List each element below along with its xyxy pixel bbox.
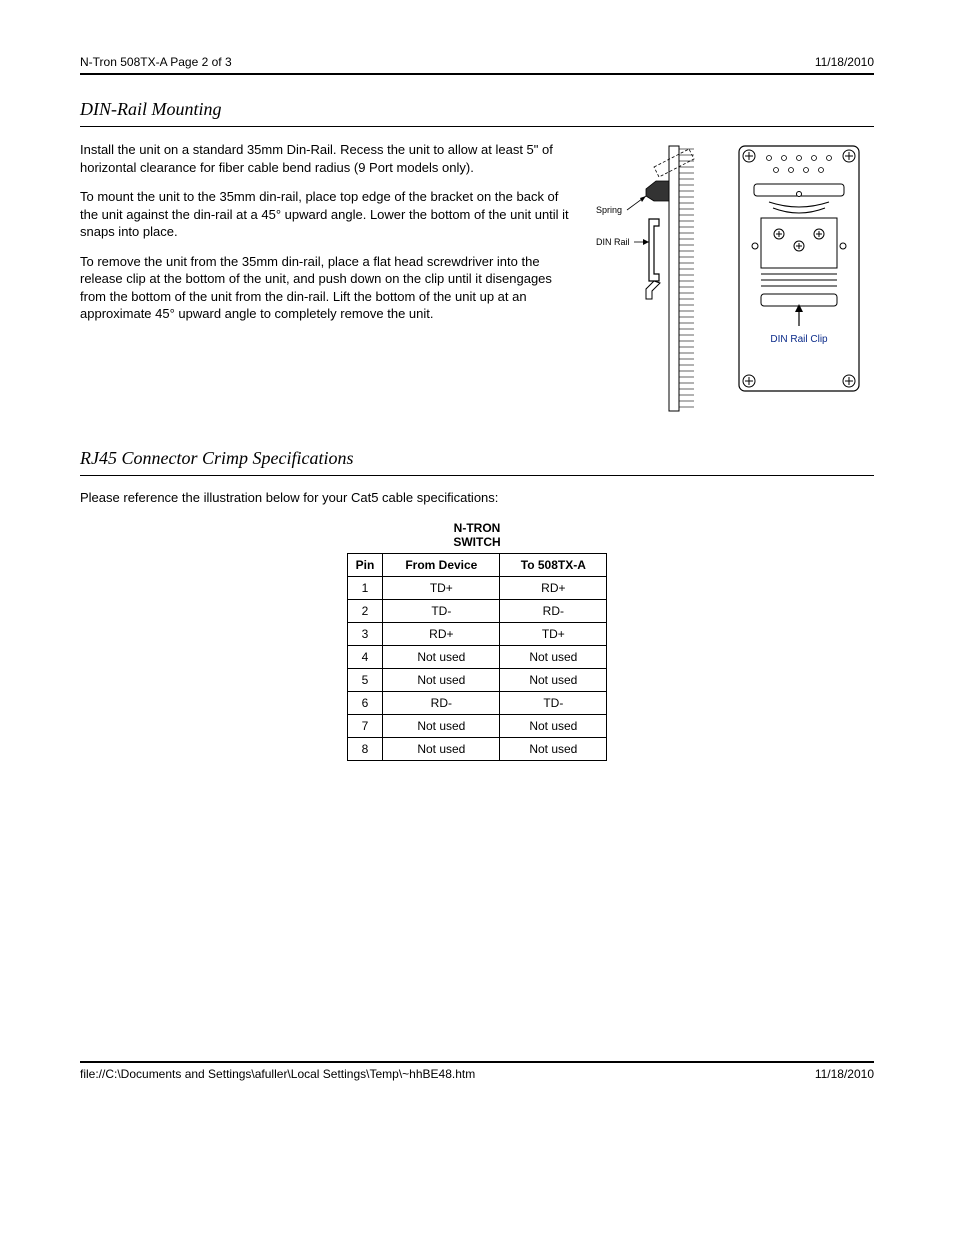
table-cell: Not used bbox=[500, 646, 607, 669]
table-cell: Not used bbox=[500, 738, 607, 761]
back-panel-group: DIN Rail Clip bbox=[739, 146, 859, 391]
header-rule bbox=[80, 73, 874, 75]
footer-right: 11/18/2010 bbox=[815, 1067, 874, 1081]
header: N-Tron 508TX-A Page 2 of 3 11/18/2010 bbox=[80, 55, 874, 69]
table-row: 1TD+RD+ bbox=[347, 577, 607, 600]
table-cell: 3 bbox=[347, 623, 383, 646]
table-row: 8Not usedNot used bbox=[347, 738, 607, 761]
table-row: 3RD+TD+ bbox=[347, 623, 607, 646]
table-cell: 7 bbox=[347, 715, 383, 738]
table-cell: 5 bbox=[347, 669, 383, 692]
table-row: 2TD-RD- bbox=[347, 600, 607, 623]
page: N-Tron 508TX-A Page 2 of 3 11/18/2010 DI… bbox=[0, 0, 954, 1121]
th-from: From Device bbox=[383, 554, 500, 577]
table-row: 5Not usedNot used bbox=[347, 669, 607, 692]
side-view-group: Spring DIN Rail bbox=[596, 146, 694, 411]
section-rule-2 bbox=[80, 475, 874, 476]
section-din-rail: DIN-Rail Mounting bbox=[80, 99, 874, 120]
section-1-para-2: To mount the unit to the 35mm din-rail, … bbox=[80, 188, 574, 241]
pin-table-body: 1TD+RD+2TD-RD-3RD+TD+4Not usedNot used5N… bbox=[347, 577, 607, 761]
table-cell: Not used bbox=[383, 646, 500, 669]
section-rule-1 bbox=[80, 126, 874, 127]
header-left: N-Tron 508TX-A Page 2 of 3 bbox=[80, 55, 232, 69]
footer-left: file://C:\Documents and Settings\afuller… bbox=[80, 1067, 475, 1081]
footer: file://C:\Documents and Settings\afuller… bbox=[80, 1067, 874, 1081]
table-cell: TD- bbox=[500, 692, 607, 715]
table-title-1: N-TRON bbox=[454, 521, 501, 535]
table-cell: 6 bbox=[347, 692, 383, 715]
pin-table: Pin From Device To 508TX-A 1TD+RD+2TD-RD… bbox=[347, 553, 608, 761]
table-header-row: Pin From Device To 508TX-A bbox=[347, 554, 607, 577]
table-cell: 4 bbox=[347, 646, 383, 669]
table-cell: TD- bbox=[383, 600, 500, 623]
footer-rule bbox=[80, 1061, 874, 1063]
din-rail-diagram-svg: Spring DIN Rail bbox=[594, 141, 874, 421]
pin-table-wrap: N-TRON SWITCH Pin From Device To 508TX-A… bbox=[80, 521, 874, 761]
table-row: 4Not usedNot used bbox=[347, 646, 607, 669]
table-cell: Not used bbox=[383, 738, 500, 761]
table-title-2: SWITCH bbox=[453, 535, 500, 549]
table-cell: RD+ bbox=[383, 623, 500, 646]
section-1-body: Install the unit on a standard 35mm Din-… bbox=[80, 141, 874, 424]
table-cell: Not used bbox=[500, 669, 607, 692]
table-cell: 8 bbox=[347, 738, 383, 761]
table-cell: TD+ bbox=[500, 623, 607, 646]
din-rail-figure: Spring DIN Rail bbox=[594, 141, 874, 424]
pin-table-head: Pin From Device To 508TX-A bbox=[347, 554, 607, 577]
table-cell: Not used bbox=[383, 669, 500, 692]
table-cell: TD+ bbox=[383, 577, 500, 600]
table-cell: Not used bbox=[500, 715, 607, 738]
section-rj45: RJ45 Connector Crimp Specifications bbox=[80, 448, 874, 469]
section-1-text: Install the unit on a standard 35mm Din-… bbox=[80, 141, 574, 424]
table-cell: RD+ bbox=[500, 577, 607, 600]
table-row: 7Not usedNot used bbox=[347, 715, 607, 738]
table-cell: 1 bbox=[347, 577, 383, 600]
table-row: 6RD-TD- bbox=[347, 692, 607, 715]
section-1-para-3: To remove the unit from the 35mm din-rai… bbox=[80, 253, 574, 323]
table-cell: Not used bbox=[383, 715, 500, 738]
rj45-intro: Please reference the illustration below … bbox=[80, 490, 874, 505]
header-right: 11/18/2010 bbox=[815, 55, 874, 69]
din-rail-clip-label: DIN Rail Clip bbox=[770, 334, 828, 345]
section-1-para-1: Install the unit on a standard 35mm Din-… bbox=[80, 141, 574, 176]
th-pin: Pin bbox=[347, 554, 383, 577]
table-cell: 2 bbox=[347, 600, 383, 623]
table-cell: RD- bbox=[383, 692, 500, 715]
spring-label: Spring bbox=[596, 205, 622, 215]
din-rail-label: DIN Rail bbox=[596, 237, 630, 247]
th-to: To 508TX-A bbox=[500, 554, 607, 577]
table-cell: RD- bbox=[500, 600, 607, 623]
